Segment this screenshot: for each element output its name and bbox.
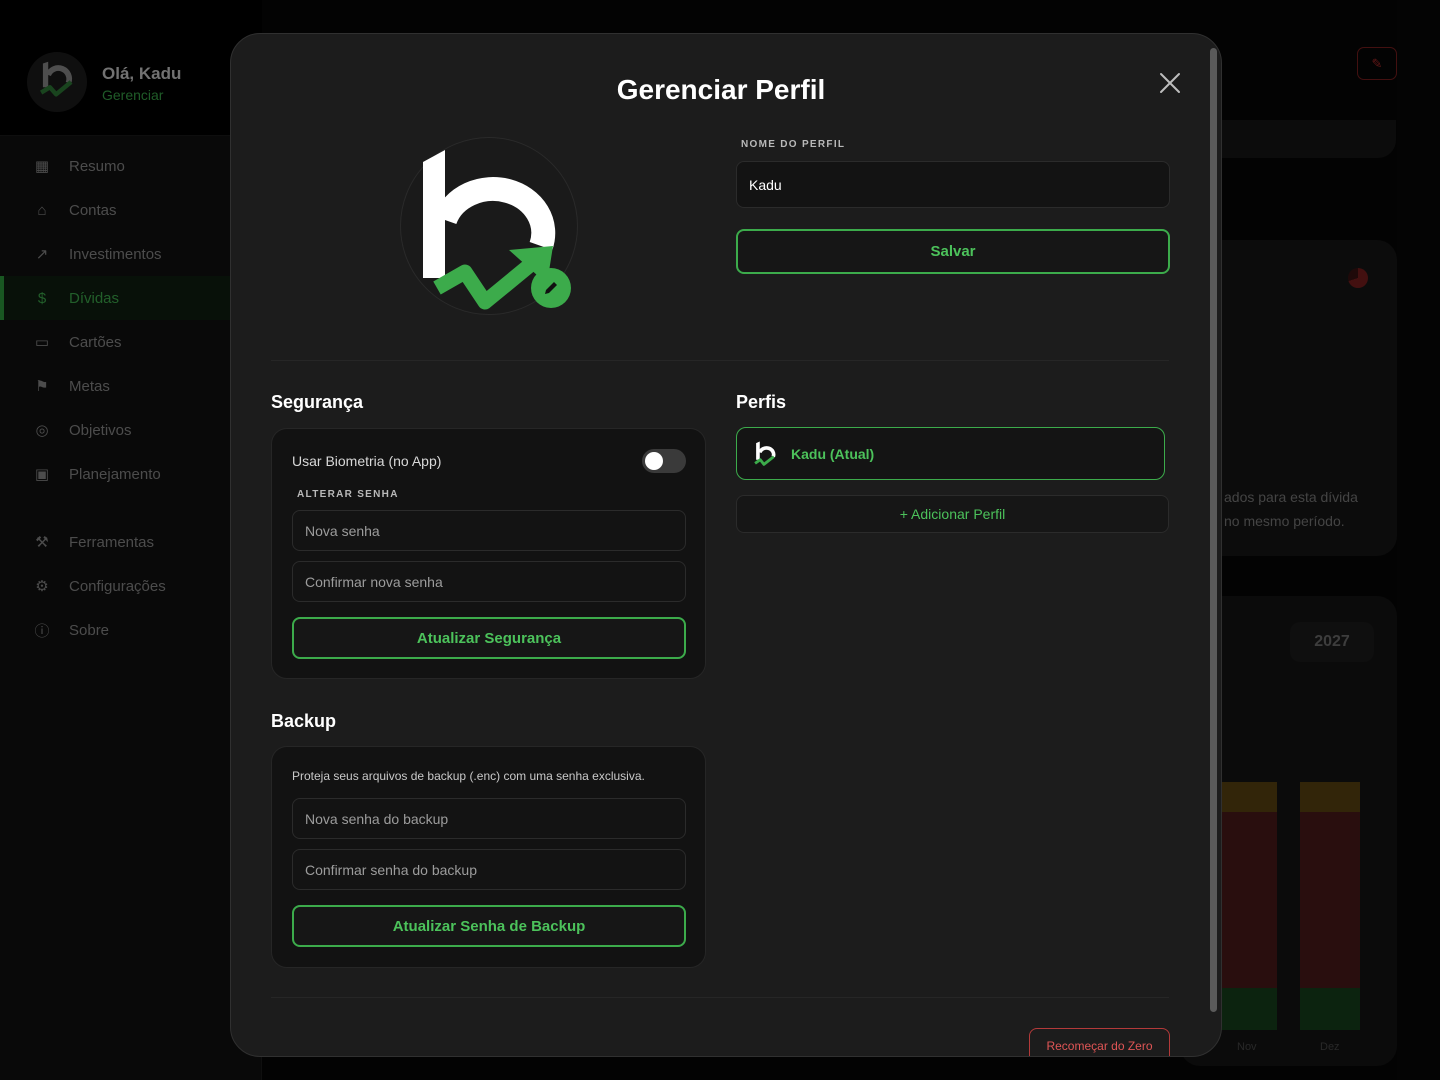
modal-title: Gerenciar Perfil (616, 74, 826, 105)
update-backup-button[interactable]: Atualizar Senha de Backup (292, 905, 686, 947)
add-profile-button[interactable]: + Adicionar Perfil (736, 495, 1169, 533)
close-icon (1160, 73, 1180, 93)
backup-title: Backup (271, 711, 337, 731)
logo-icon (754, 441, 776, 466)
backup-confirm-input[interactable]: Confirmar senha do backup (292, 849, 686, 890)
modal-scrollbar[interactable] (1210, 48, 1217, 1012)
biometric-label: Usar Biometria (no App) (292, 453, 442, 469)
new-password-input[interactable]: Nova senha (292, 510, 686, 551)
backup-description: Proteja seus arquivos de backup (.enc) c… (292, 769, 645, 783)
profile-name-input[interactable]: Kadu (736, 161, 1170, 208)
backup-password-input[interactable]: Nova senha do backup (292, 798, 686, 839)
section-divider (271, 360, 1169, 361)
toggle-knob (645, 452, 663, 470)
edit-avatar-button[interactable] (531, 268, 571, 308)
reset-button[interactable]: Recomeçar do Zero (1029, 1028, 1170, 1056)
security-panel: Usar Biometria (no App) ALTERAR SENHA No… (271, 428, 706, 679)
profile-item-label: Kadu (Atual) (791, 445, 875, 462)
security-title: Segurança (271, 392, 364, 412)
profile-modal: Gerenciar Perfil NOME DO PERFIL Kadu Sal… (230, 33, 1222, 1057)
save-button[interactable]: Salvar (736, 229, 1170, 274)
confirm-password-input[interactable]: Confirmar nova senha (292, 561, 686, 602)
pencil-icon (545, 282, 557, 294)
backup-panel: Proteja seus arquivos de backup (.enc) c… (271, 746, 706, 968)
profile-name-label: NOME DO PERFIL (741, 139, 846, 150)
biometric-toggle[interactable] (642, 449, 686, 473)
section-divider (271, 997, 1169, 998)
profiles-title: Perfis (736, 392, 787, 412)
update-security-button[interactable]: Atualizar Segurança (292, 617, 686, 659)
close-button[interactable] (1155, 68, 1185, 98)
change-password-label: ALTERAR SENHA (297, 489, 399, 500)
profile-item-current[interactable]: Kadu (Atual) (736, 427, 1165, 480)
